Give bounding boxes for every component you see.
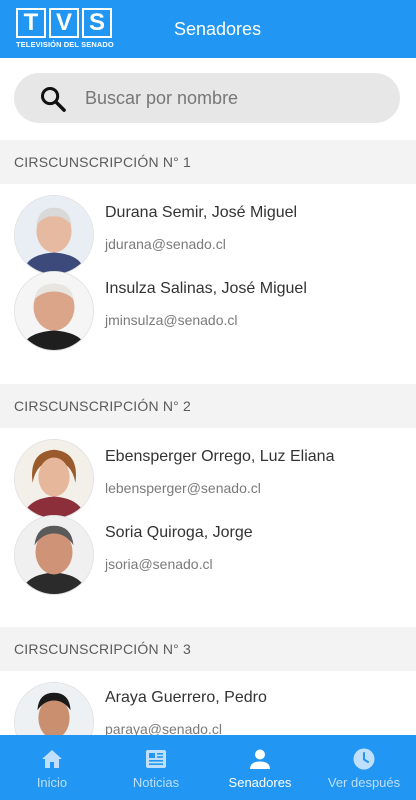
clock-icon <box>353 748 375 770</box>
search-input[interactable]: Buscar por nombre <box>85 88 238 109</box>
senator-name: Ebensperger Orrego, Luz Eliana <box>105 448 335 465</box>
nav-label: Ver después <box>327 775 401 790</box>
section-header-circ-1: CIRSCUNSCRIPCIÓN N° 1 <box>0 140 416 184</box>
senator-avatar <box>14 195 94 275</box>
nav-item-inicio[interactable]: Inicio <box>0 735 104 800</box>
tvs-logo[interactable]: T V S TELEVISIÓN DEL SENADO <box>16 8 114 52</box>
section-header-circ-2: CIRSCUNSCRIPCIÓN N° 2 <box>0 384 416 428</box>
senator-email[interactable]: jdurana@senado.cl <box>105 236 226 252</box>
senator-avatar <box>14 439 94 519</box>
senator-avatar <box>14 271 94 351</box>
senator-name: Durana Semir, José Miguel <box>105 204 298 221</box>
nav-item-noticias[interactable]: Noticias <box>104 735 208 800</box>
news-icon <box>146 750 166 768</box>
section-header-circ-3: CIRSCUNSCRIPCIÓN N° 3 <box>0 627 416 671</box>
logo-letter-t: T <box>16 8 46 38</box>
person-icon <box>250 749 270 769</box>
senator-row[interactable]: Durana Semir, José Miguel jdurana@senado… <box>0 195 416 275</box>
app-header: T V S TELEVISIÓN DEL SENADO Senadores <box>0 0 416 58</box>
search-bar[interactable]: Buscar por nombre <box>14 73 400 123</box>
senator-email[interactable]: lebensperger@senado.cl <box>105 480 261 496</box>
nav-label: Noticias <box>132 775 180 790</box>
nav-item-ver-despues[interactable]: Ver después <box>312 735 416 800</box>
senator-name: Insulza Salinas, José Miguel <box>105 280 307 297</box>
nav-label: Senadores <box>228 775 292 790</box>
search-icon <box>40 86 66 112</box>
logo-letter-s: S <box>82 8 112 38</box>
senator-avatar <box>14 515 94 595</box>
page-title: Senadores <box>174 19 262 39</box>
senator-row[interactable]: Insulza Salinas, José Miguel jminsulza@s… <box>0 271 416 351</box>
logo-letter-v: V <box>49 8 79 38</box>
senator-name: Araya Guerrero, Pedro <box>105 689 267 706</box>
senator-row[interactable]: Ebensperger Orrego, Luz Eliana lebensper… <box>0 439 416 519</box>
nav-label: Inicio <box>36 775 68 790</box>
senator-name: Soria Quiroga, Jorge <box>105 524 253 541</box>
logo-subtitle: TELEVISIÓN DEL SENADO <box>16 40 114 49</box>
home-icon <box>42 750 62 768</box>
senator-row[interactable]: Soria Quiroga, Jorge jsoria@senado.cl <box>0 515 416 595</box>
nav-item-senadores[interactable]: Senadores <box>208 735 312 800</box>
bottom-navigation: Inicio Noticias Senadores Ver después <box>0 735 416 800</box>
senator-email[interactable]: jsoria@senado.cl <box>105 556 213 572</box>
senator-email[interactable]: jminsulza@senado.cl <box>105 312 238 328</box>
